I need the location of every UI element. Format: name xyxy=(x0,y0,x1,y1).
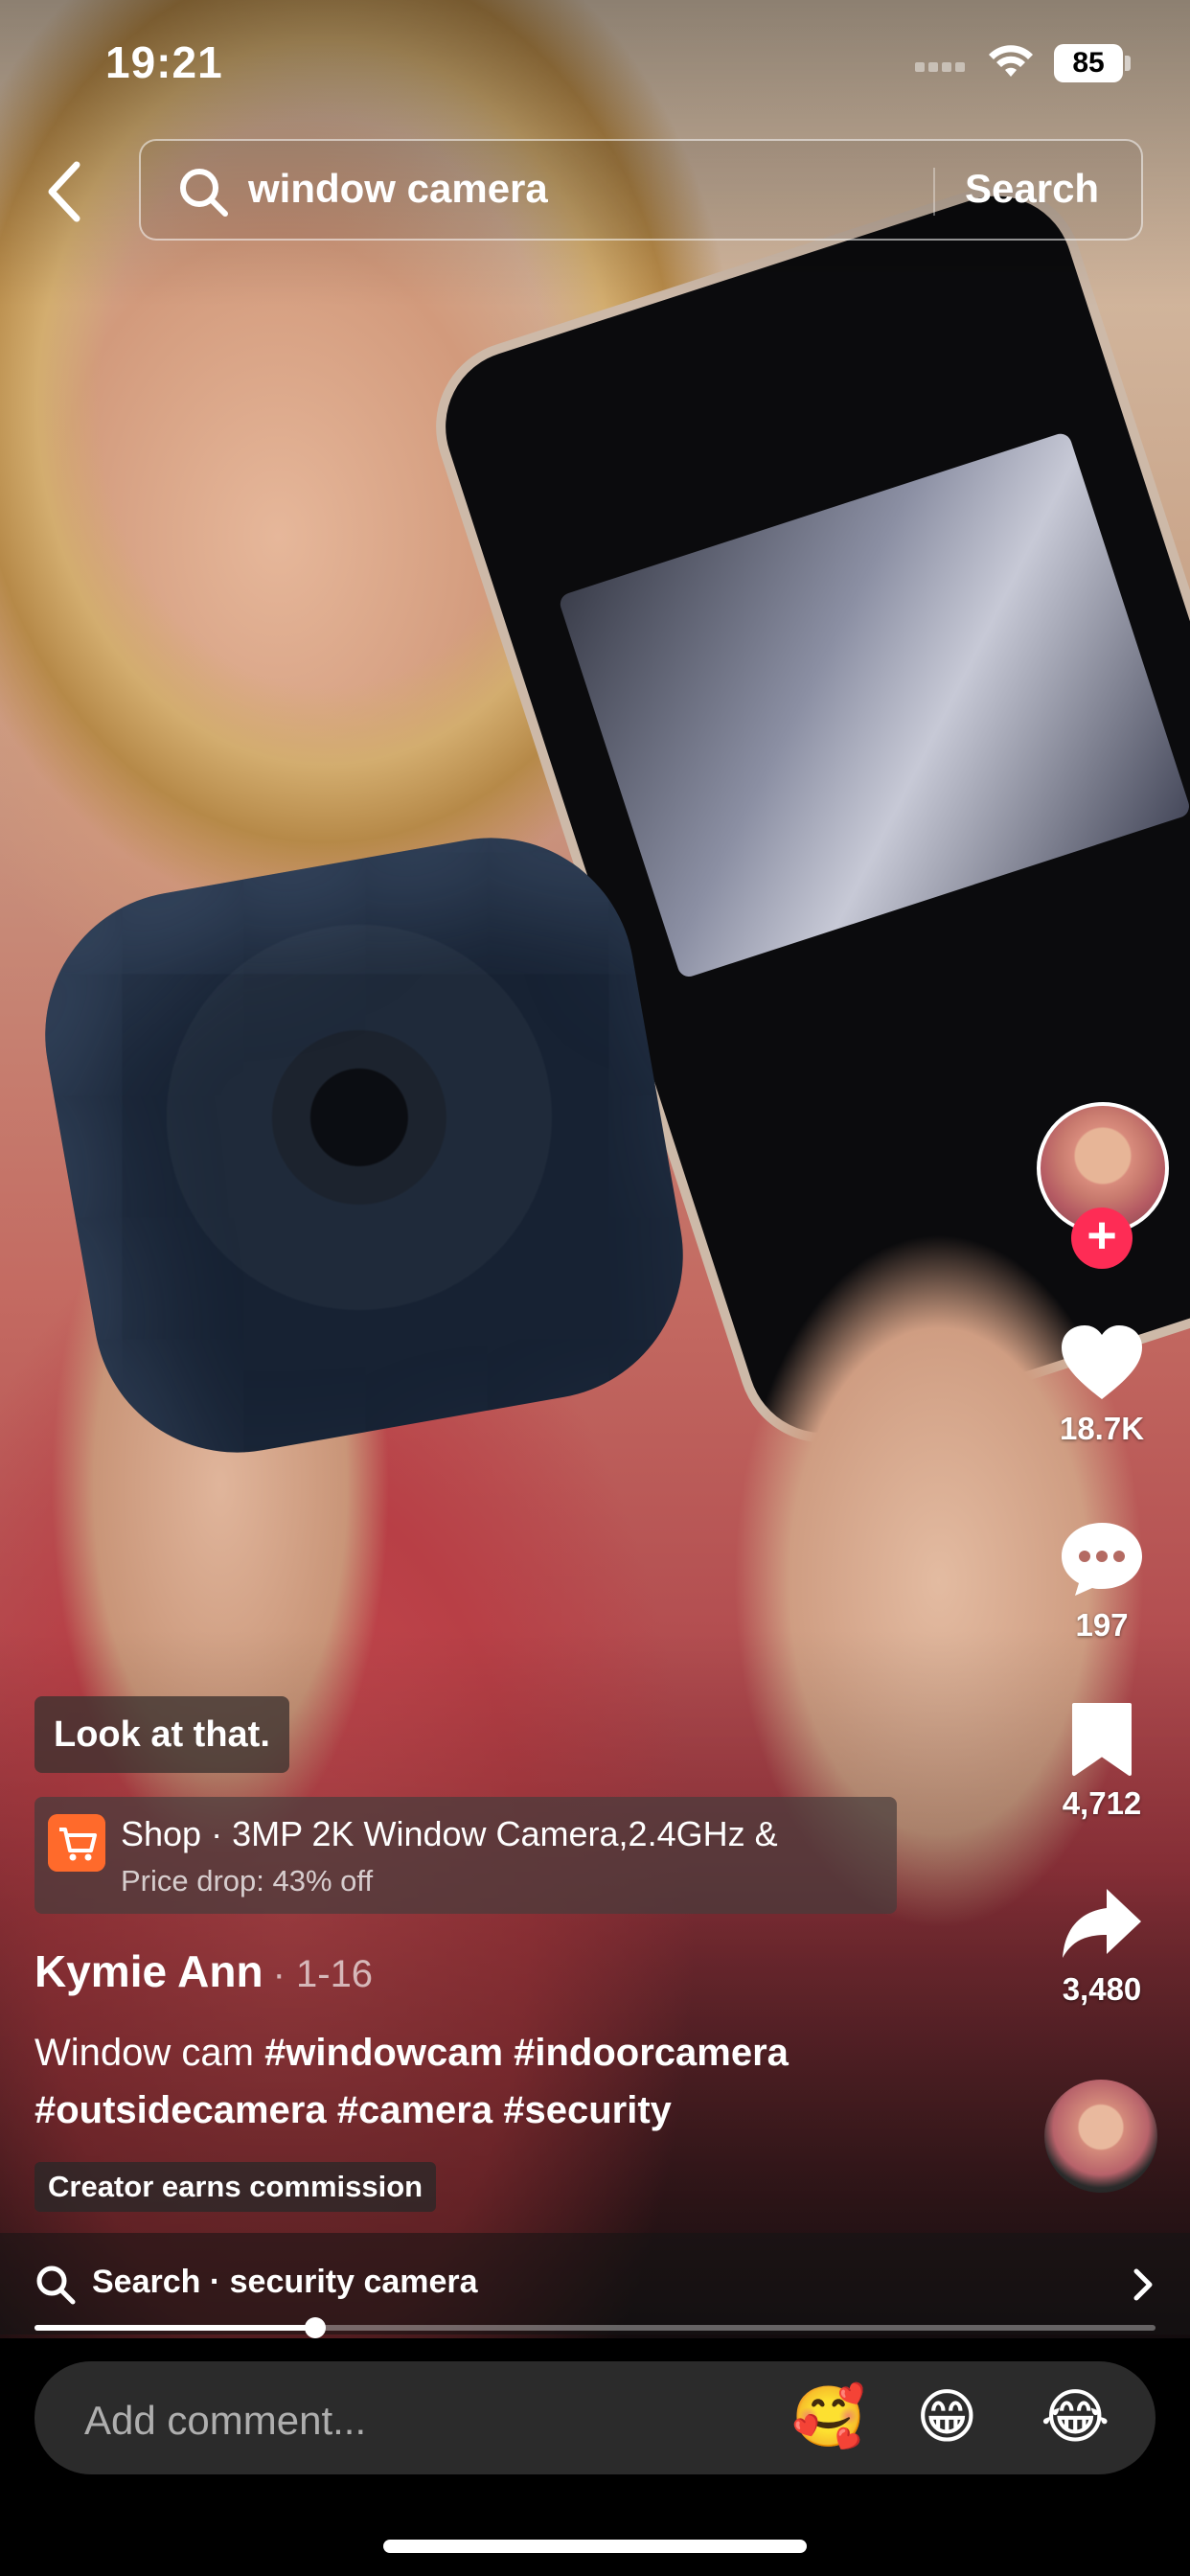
comment-count: 197 xyxy=(1075,1607,1129,1643)
like-button[interactable]: 18.7K xyxy=(1035,1322,1169,1447)
cellular-signal-icon xyxy=(915,59,973,73)
related-search-bar[interactable]: Search · security camera xyxy=(0,2233,1190,2334)
search-icon xyxy=(36,2266,76,2305)
like-count: 18.7K xyxy=(1059,1411,1145,1446)
search-divider xyxy=(933,168,935,216)
video-sticker-text: Look at that. xyxy=(34,1696,289,1773)
search-icon xyxy=(180,169,228,217)
chevron-right-icon xyxy=(1133,2268,1153,2301)
emoji-grinning[interactable]: 😁 xyxy=(916,2386,978,2450)
caption-text: Window cam xyxy=(34,2032,265,2074)
related-search-label: Search · security camera xyxy=(92,2264,478,2300)
wifi-icon xyxy=(989,45,1033,77)
hashtag-link[interactable]: #windowcam xyxy=(264,2032,503,2074)
hashtag-link[interactable]: #indoorcamera xyxy=(514,2032,789,2074)
bookmark-icon xyxy=(1072,1703,1132,1776)
search-query[interactable]: window camera xyxy=(248,166,548,212)
hashtag-link[interactable]: #outsidecamera xyxy=(34,2089,327,2131)
hashtag-link[interactable]: #camera xyxy=(337,2089,492,2131)
emoji-smiling-hearts[interactable]: 🥰 xyxy=(791,2386,865,2450)
comment-icon xyxy=(1062,1523,1142,1596)
status-time: 19:21 xyxy=(105,37,223,87)
share-button[interactable]: 3,480 xyxy=(1035,1883,1169,2008)
battery-indicator: 85 xyxy=(1054,44,1123,82)
comment-placeholder: Add comment... xyxy=(84,2398,367,2443)
emoji-tears-of-joy[interactable]: 😂 xyxy=(1041,2386,1110,2450)
video-progress-bar[interactable] xyxy=(34,2317,1156,2338)
heart-icon xyxy=(1062,1325,1142,1399)
post-date: · 1-16 xyxy=(272,1953,374,1995)
save-button[interactable]: 4,712 xyxy=(1035,1701,1169,1822)
video-progress-handle[interactable] xyxy=(304,2317,326,2338)
home-indicator xyxy=(383,2540,807,2553)
follow-button[interactable]: + xyxy=(1071,1208,1133,1269)
video-caption: Window cam #windowcam #indoorcamera #out… xyxy=(34,2024,993,2139)
search-button[interactable]: Search xyxy=(965,166,1099,212)
search-input[interactable]: window camera Search xyxy=(139,139,1143,241)
shop-product-link[interactable]: Shop · 3MP 2K Window Camera,2.4GHz & Pri… xyxy=(34,1797,897,1914)
video-camera-prop xyxy=(22,815,706,1476)
author-name[interactable]: Kymie Ann xyxy=(34,1946,263,1996)
bottom-bar: Add comment... 🥰 😁 😂 xyxy=(0,2338,1190,2576)
commission-badge: Creator earns commission xyxy=(34,2162,437,2212)
comment-button[interactable]: 197 xyxy=(1035,1519,1169,1644)
share-count: 3,480 xyxy=(1062,1971,1142,2007)
video-phone-screen xyxy=(557,430,1190,980)
hashtag-link[interactable]: #security xyxy=(503,2089,672,2131)
share-arrow-icon xyxy=(1063,1889,1141,1958)
comment-input[interactable]: Add comment... 🥰 😁 😂 xyxy=(34,2361,1156,2474)
shopping-cart-icon xyxy=(48,1814,105,1872)
music-disc[interactable] xyxy=(1044,2080,1157,2193)
shop-price-drop: Price drop: 43% off xyxy=(121,1864,374,1898)
back-button[interactable] xyxy=(36,153,94,230)
battery-tip xyxy=(1125,56,1131,71)
author-line: Kymie Ann · 1-16 xyxy=(34,1945,373,1997)
save-count: 4,712 xyxy=(1062,1785,1142,1821)
shop-product-title: Shop · 3MP 2K Window Camera,2.4GHz & xyxy=(121,1814,778,1853)
status-bar: 19:21 85 xyxy=(0,0,1190,125)
video-progress-fill xyxy=(34,2325,315,2331)
